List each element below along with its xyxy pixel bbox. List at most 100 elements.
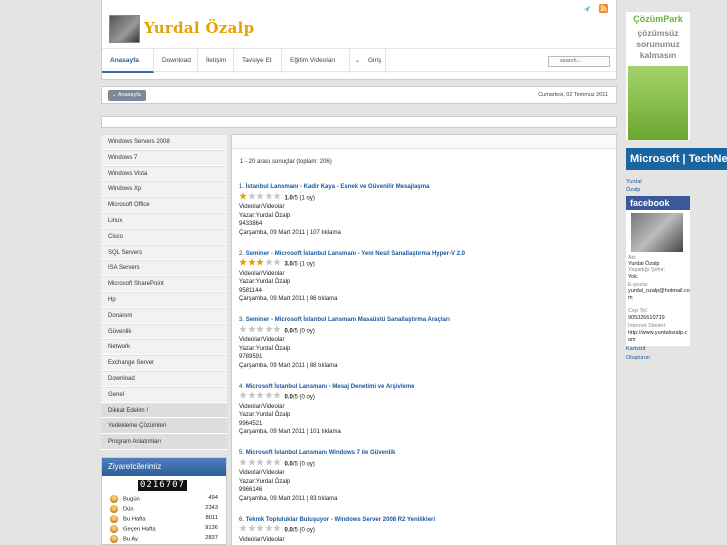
star-icon[interactable] xyxy=(273,524,281,532)
result-title[interactable]: 4. Microsoft İstanbul Lansmanı - Mesaj D… xyxy=(239,383,609,392)
result-author: Yazar:Yurdal Özalp xyxy=(239,212,291,219)
sidebar-item[interactable]: SQL Servers xyxy=(101,244,227,261)
sidebar-item[interactable]: Windows Servers 2008 xyxy=(101,134,227,150)
sidebar-item[interactable]: ISA Servers xyxy=(101,260,227,277)
cozumpark-ad[interactable]: ÇözümPark çözümsüz sorununuz kalmasın xyxy=(626,12,690,140)
twitter-bird-icon[interactable] xyxy=(582,4,591,13)
breadcrumb-bar: ⌄ Anasayfa Cumartesi, 02 Temmuz 2011 xyxy=(101,86,617,104)
profile-link[interactable]: Yurdal xyxy=(626,179,642,185)
sidebar-item[interactable]: Program Anlatımları xyxy=(101,434,227,450)
sidebar-item[interactable]: Exchange Server xyxy=(101,355,227,371)
star-icon[interactable] xyxy=(264,457,273,466)
sidebar-item[interactable]: Windows 7 xyxy=(101,149,227,166)
facebook-field-value[interactable]: yurdal_ozalp@hotmail.com xyxy=(628,288,690,301)
sidebar-item[interactable]: Windows Vista xyxy=(101,165,227,182)
star-icon[interactable] xyxy=(256,258,264,266)
search-input[interactable]: search... xyxy=(548,56,610,67)
star-icon[interactable] xyxy=(256,191,264,200)
result-number: 4. xyxy=(239,383,245,390)
sidebar-item[interactable]: Güvenlik xyxy=(101,323,227,340)
result-title[interactable]: 2. Seminer - Microsoft İstanbul Lansmanı… xyxy=(239,250,609,259)
nav-tavsiye-et[interactable]: Tavsiye Et xyxy=(234,49,282,73)
avatar[interactable] xyxy=(109,15,140,43)
star-icon[interactable] xyxy=(256,391,264,399)
star-icon[interactable] xyxy=(256,524,264,532)
star-icon[interactable] xyxy=(273,191,281,200)
sidebar-item[interactable]: Network xyxy=(101,339,227,356)
sidebar-item[interactable]: Yedekleme Çözümleri xyxy=(101,418,227,435)
star-icon[interactable] xyxy=(264,258,273,266)
site-title[interactable]: Yurdal Özalp xyxy=(144,19,254,37)
sidebar-item[interactable]: Dikkat Edelim ! xyxy=(101,402,227,419)
sidebar-item[interactable]: Cisco xyxy=(101,228,227,245)
result-title-text[interactable]: Microsoft İstanbul Lansmanı Windows 7 il… xyxy=(246,450,396,456)
star-icon[interactable] xyxy=(273,258,281,266)
star-icon[interactable] xyxy=(264,391,273,399)
star-icon[interactable] xyxy=(264,191,273,200)
result-title-text[interactable]: Microsoft İstanbul Lansmanı - Mesaj Dene… xyxy=(246,384,415,390)
visitor-value: 2837 xyxy=(205,535,218,541)
sidebar-item[interactable]: Download xyxy=(101,370,227,387)
sidebar-item[interactable]: Microsoft Office xyxy=(101,197,227,213)
result-title-text[interactable]: İstanbul Lansmanı - Kadir Kaya - Esnek v… xyxy=(246,184,430,190)
star-icon[interactable] xyxy=(239,258,247,266)
facebook-field-value[interactable]: 905326610719 xyxy=(628,315,690,322)
rating-stars[interactable] xyxy=(239,457,282,470)
nav-egitim-videolari[interactable]: Eğitim Videoları xyxy=(282,49,350,73)
star-icon[interactable] xyxy=(264,324,273,333)
ad-brand: ÇözümPark xyxy=(633,14,683,24)
kartvizit-link[interactable]: Kartvizit xyxy=(626,346,646,352)
star-icon[interactable] xyxy=(247,258,256,266)
facebook-field-value: Yok xyxy=(628,274,637,280)
star-icon[interactable] xyxy=(247,191,256,200)
star-icon[interactable] xyxy=(256,324,264,333)
facebook-title[interactable]: facebook xyxy=(626,196,690,210)
star-icon[interactable] xyxy=(273,457,281,466)
result-id: 9789591 xyxy=(239,354,263,360)
microsoft-technet-banner[interactable]: Microsoft | TechNet xyxy=(626,148,727,170)
star-icon[interactable] xyxy=(247,524,256,532)
result-title[interactable]: 6. Teknik Topluluklar Buluşuyor - Window… xyxy=(239,516,609,525)
rating-value: 3.0 xyxy=(284,261,293,268)
sidebar-item[interactable]: Linux xyxy=(101,212,227,229)
star-icon[interactable] xyxy=(239,457,247,466)
rating-stars[interactable] xyxy=(239,524,282,536)
breadcrumb[interactable]: ⌄ Anasayfa xyxy=(108,90,146,101)
star-icon[interactable] xyxy=(247,457,256,466)
rating-stars[interactable] xyxy=(239,391,282,403)
sidebar-item[interactable]: Hp xyxy=(101,291,227,308)
star-icon[interactable] xyxy=(239,391,247,399)
result-title-text[interactable]: Seminer - Microsoft İstanbul Lansmanı - … xyxy=(246,251,465,257)
rss-icon[interactable] xyxy=(599,4,608,13)
star-icon[interactable] xyxy=(273,391,281,399)
rating-stars[interactable] xyxy=(239,324,282,337)
nav-giris[interactable]: ⌄ Giriş xyxy=(350,49,386,73)
result-title-text[interactable]: Seminer - Microsoft İstanbul Lansmanı Ma… xyxy=(246,317,450,323)
star-icon[interactable] xyxy=(247,324,256,333)
rating-stars[interactable] xyxy=(239,191,282,204)
result-title-text[interactable]: Teknik Topluluklar Buluşuyor - Windows S… xyxy=(246,517,435,523)
visitor-value: 8011 xyxy=(205,515,218,521)
profile-link[interactable]: Özalp xyxy=(626,187,640,193)
nav-iletisim[interactable]: İletişim xyxy=(198,49,234,73)
facebook-field-value[interactable]: http://www.yurdalozalp.com xyxy=(628,330,690,343)
nav-download[interactable]: Download xyxy=(154,49,198,73)
star-icon[interactable] xyxy=(239,324,247,333)
results-panel: 1 - 20 arası sonuçlar (toplam: 206) 1. İ… xyxy=(231,134,617,545)
star-icon[interactable] xyxy=(273,324,281,333)
result-title[interactable]: 1. İstanbul Lansmanı - Kadir Kaya - Esne… xyxy=(239,183,609,192)
sidebar-item[interactable]: Genel xyxy=(101,386,227,403)
rating-stars[interactable] xyxy=(239,258,282,270)
star-icon[interactable] xyxy=(239,191,247,200)
result-title[interactable]: 3. Seminer - Microsoft İstanbul Lansmanı… xyxy=(239,316,609,325)
star-icon[interactable] xyxy=(239,524,247,532)
sidebar-item[interactable]: Microsoft SharePoint xyxy=(101,276,227,292)
olusturun-link[interactable]: Oluşturun xyxy=(626,355,650,361)
sidebar-item[interactable]: Windows Xp xyxy=(101,181,227,198)
nav-anasayfa[interactable]: Anasayfa xyxy=(102,49,154,73)
star-icon[interactable] xyxy=(256,457,264,466)
sidebar-item[interactable]: Donanım xyxy=(101,307,227,324)
result-title[interactable]: 5. Microsoft İstanbul Lansmanı Windows 7… xyxy=(239,449,609,458)
star-icon[interactable] xyxy=(247,391,256,399)
star-icon[interactable] xyxy=(264,524,273,532)
